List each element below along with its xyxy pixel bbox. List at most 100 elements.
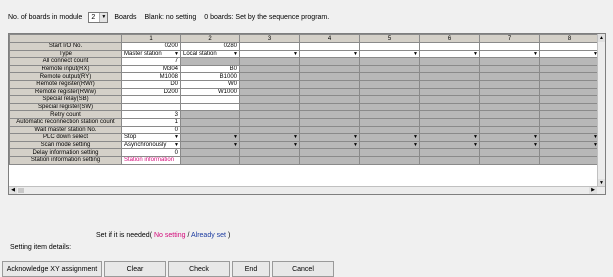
cell-rwr-1[interactable]: D0 xyxy=(121,79,181,89)
cell-start-io-4[interactable] xyxy=(299,42,360,51)
row-rww: Remote register(RWw) D200 W1000 xyxy=(9,87,600,97)
row-sw: Special register(SW) xyxy=(9,102,600,112)
cell-all-connect-7 xyxy=(479,57,540,66)
horizontal-scrollbar[interactable]: ◀ ▶ xyxy=(9,186,605,194)
legend: Set if it is needed( No setting / Alread… xyxy=(96,232,230,239)
type-select-4[interactable]: ▼ xyxy=(299,49,360,59)
station-info-button-1[interactable]: Station information xyxy=(121,155,181,165)
row-station-info: Station information setting Station info… xyxy=(9,155,600,165)
cell-ry-3 xyxy=(239,72,300,81)
cell-start-io-5[interactable] xyxy=(359,42,420,51)
cell-sb-4 xyxy=(299,95,360,104)
scan-mode-select-1[interactable]: Asynchronously ▼ xyxy=(121,140,181,150)
cell-rww-4 xyxy=(299,87,360,97)
check-button[interactable]: Check xyxy=(168,261,230,277)
cell-start-io-3[interactable] xyxy=(239,42,300,51)
row-rx: Remote input(RX) M304 B0 xyxy=(9,64,600,74)
cell-ry-8 xyxy=(539,72,600,81)
cell-all-connect-6 xyxy=(419,57,480,66)
legend-no-setting: No setting xyxy=(153,232,186,239)
cell-sb-2[interactable] xyxy=(180,95,240,104)
cell-auto-reconnect-1[interactable]: 1 xyxy=(121,117,181,127)
column-header-6: 6 xyxy=(419,34,480,43)
cell-ry-1[interactable]: M1008 xyxy=(121,72,181,81)
chevron-down-icon[interactable]: ▼ xyxy=(174,51,179,57)
cell-start-io-1[interactable]: 0200 xyxy=(121,42,181,51)
row-auto-reconnect: Automatic reconnection station count 1 xyxy=(9,117,600,127)
column-header-4: 4 xyxy=(299,34,360,43)
type-select-5[interactable]: ▼ xyxy=(359,49,420,59)
cell-rww-8 xyxy=(539,87,600,97)
chevron-down-icon[interactable]: ▼ xyxy=(233,51,238,57)
end-button[interactable]: End xyxy=(232,261,270,277)
cell-wait-master-1[interactable]: 0 xyxy=(121,125,181,135)
cell-rwr-2[interactable]: W0 xyxy=(180,79,240,89)
cell-auto-reconnect-8 xyxy=(539,117,600,127)
cell-delay-1[interactable]: 0 xyxy=(121,148,181,157)
cell-ry-5 xyxy=(359,72,420,81)
row-label-wait-master: Wait master station No. xyxy=(9,125,122,135)
chevron-down-icon[interactable]: ▼ xyxy=(174,142,179,148)
scroll-up-icon[interactable]: ▲ xyxy=(598,34,605,42)
cell-start-io-7[interactable] xyxy=(479,42,540,51)
cell-retry-1[interactable]: 3 xyxy=(121,110,181,119)
cell-rww-1[interactable]: D200 xyxy=(121,87,181,97)
boards-count-combo[interactable]: 2 ▼ xyxy=(88,11,109,23)
type-select-8[interactable]: ▼ xyxy=(539,49,600,59)
scan-mode-select-5: ▼ xyxy=(359,140,420,150)
chevron-down-icon[interactable]: ▼ xyxy=(533,51,538,57)
chevron-down-icon[interactable]: ▼ xyxy=(99,12,108,22)
cell-auto-reconnect-4 xyxy=(299,117,360,127)
row-scan-mode: Scan mode setting Asynchronously ▼ ▼ ▼ ▼ … xyxy=(9,140,600,150)
cell-ry-2[interactable]: B1000 xyxy=(180,72,240,81)
type-select-3[interactable]: ▼ xyxy=(239,49,300,59)
cell-station-info-2 xyxy=(180,155,240,165)
chevron-down-icon[interactable]: ▼ xyxy=(413,51,418,57)
network-parameter-grid: 1 2 3 4 5 6 7 8 Start I/O No. 0200 0280 … xyxy=(8,33,606,195)
cell-start-io-6[interactable] xyxy=(419,42,480,51)
type-select-6[interactable]: ▼ xyxy=(419,49,480,59)
type-select-1[interactable]: Master station ▼ xyxy=(121,49,181,59)
scroll-right-icon[interactable]: ▶ xyxy=(589,187,597,194)
cell-rww-7 xyxy=(479,87,540,97)
row-type: Type Master station ▼ Local station ▼ ▼ ▼ … xyxy=(9,49,600,59)
cell-retry-3 xyxy=(239,110,300,119)
cell-rx-2[interactable]: B0 xyxy=(180,64,240,74)
cell-sb-8 xyxy=(539,95,600,104)
chevron-down-icon[interactable]: ▼ xyxy=(293,51,298,57)
cell-wait-master-6 xyxy=(419,125,480,135)
cell-sw-2[interactable] xyxy=(180,102,240,112)
acknowledge-xy-assignment-button[interactable]: Acknowledge XY assignment xyxy=(2,261,102,277)
vertical-scrollbar[interactable]: ▲ ▼ xyxy=(597,34,605,187)
cell-sb-1[interactable] xyxy=(121,95,181,104)
cell-rx-1[interactable]: M304 xyxy=(121,64,181,74)
chevron-down-icon[interactable]: ▼ xyxy=(174,135,179,140)
row-label-rx: Remote input(RX) xyxy=(9,64,122,74)
type-select-2[interactable]: Local station ▼ xyxy=(180,49,240,59)
cell-sw-1[interactable] xyxy=(121,102,181,112)
plc-down-select-1[interactable]: Stop ▼ xyxy=(121,133,181,142)
chevron-down-icon[interactable]: ▼ xyxy=(473,51,478,57)
cell-start-io-8[interactable] xyxy=(539,42,600,51)
chevron-down-icon: ▼ xyxy=(413,141,418,148)
row-label-all-connect: All connect count xyxy=(9,57,122,66)
scroll-left-icon[interactable]: ◀ xyxy=(9,187,17,194)
type-value-1: Master station xyxy=(124,50,162,57)
chevron-down-icon[interactable]: ▼ xyxy=(353,51,358,57)
cell-rx-4 xyxy=(299,64,360,74)
cell-start-io-2[interactable]: 0280 xyxy=(180,42,240,51)
cell-station-info-3 xyxy=(239,155,300,165)
cell-rwr-3 xyxy=(239,79,300,89)
plc-down-value-1: Stop xyxy=(124,134,137,141)
chevron-down-icon: ▼ xyxy=(473,141,478,148)
type-select-7[interactable]: ▼ xyxy=(479,49,540,59)
scan-mode-select-4: ▼ xyxy=(299,140,360,150)
clear-button[interactable]: Clear xyxy=(104,261,166,277)
horizontal-scroll-thumb[interactable] xyxy=(18,188,24,193)
cell-ry-4 xyxy=(299,72,360,81)
cancel-button[interactable]: Cancel xyxy=(272,261,334,277)
row-sb: Special relay(SB) xyxy=(9,95,600,104)
column-header-row: 1 2 3 4 5 6 7 8 xyxy=(9,34,600,43)
cell-all-connect-1[interactable]: 7 xyxy=(121,57,181,66)
cell-rww-2[interactable]: W1000 xyxy=(180,87,240,97)
